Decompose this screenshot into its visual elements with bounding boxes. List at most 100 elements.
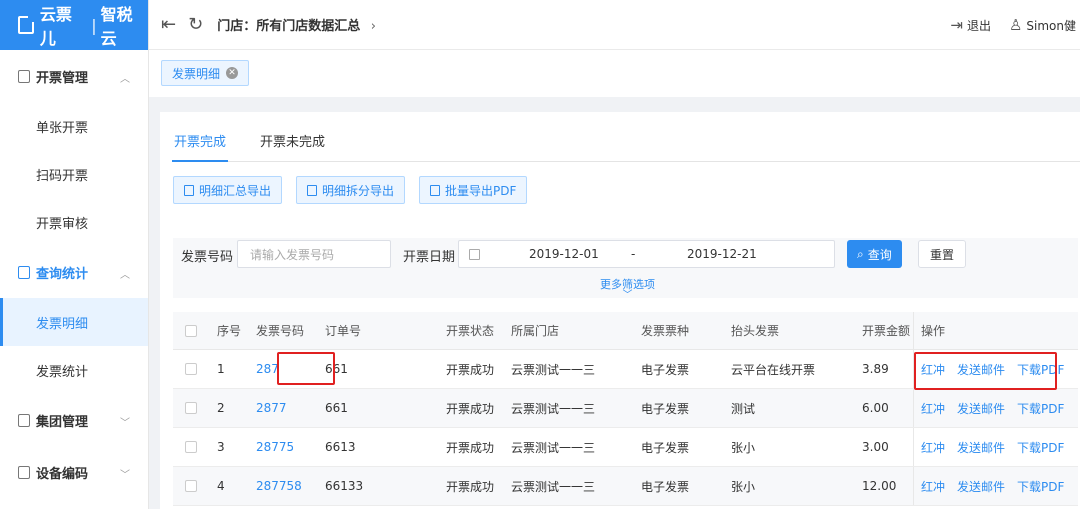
logout-link[interactable]: 退出 bbox=[967, 17, 991, 34]
search-button[interactable]: ⌕ 查询 bbox=[847, 240, 902, 268]
user-name[interactable]: Simon健 bbox=[1026, 17, 1076, 34]
row-checkbox[interactable] bbox=[185, 441, 197, 453]
invoice-title: 张小 bbox=[731, 479, 756, 494]
nav-group-group-management[interactable]: 集团管理 ﹀ bbox=[0, 394, 148, 446]
invoice-amount: 3.89 bbox=[862, 362, 889, 376]
tag-bar: 发票明细 ✕ bbox=[149, 50, 1080, 97]
invoice-type: 电子发票 bbox=[641, 440, 690, 455]
invoice-no-link[interactable]: 287 bbox=[256, 350, 279, 388]
table-row: 4 287758 66133 开票成功 云票测试一一三 电子发票 张小 12.0… bbox=[173, 467, 1078, 506]
download-pdf-link[interactable]: 下载PDF bbox=[1017, 400, 1064, 417]
send-email-link[interactable]: 发送邮件 bbox=[957, 400, 1005, 417]
send-email-link[interactable]: 发送邮件 bbox=[957, 478, 1005, 495]
breadcrumb-label: 门店：所有门店数据汇总 bbox=[217, 19, 361, 34]
page-tag[interactable]: 发票明细 ✕ bbox=[161, 60, 250, 86]
nav-group-query-stats[interactable]: 查询统计 ︿ bbox=[0, 246, 148, 298]
invoice-status: 开票成功 bbox=[446, 440, 495, 455]
order-no: 66133 bbox=[325, 479, 364, 493]
button-label: 明细汇总导出 bbox=[199, 183, 272, 198]
invoice-no-link[interactable]: 287758 bbox=[256, 467, 302, 505]
building-icon bbox=[18, 413, 30, 427]
search-icon: ⌕ bbox=[857, 246, 864, 261]
red-reverse-link[interactable]: 红冲 bbox=[921, 439, 945, 456]
button-label: 批量导出PDF bbox=[445, 183, 517, 198]
column-header: 序号 bbox=[217, 324, 242, 338]
highlight-status-box bbox=[277, 352, 335, 385]
store-name: 云票测试一一三 bbox=[511, 362, 596, 377]
brand-separator: | bbox=[91, 15, 97, 35]
nav-item-single-invoice[interactable]: 单张开票 bbox=[0, 102, 148, 150]
document-icon bbox=[18, 69, 30, 83]
invoice-no-link[interactable]: 28775 bbox=[256, 428, 294, 466]
nav-group-invoicing[interactable]: 开票管理 ︿ bbox=[0, 50, 148, 102]
export-split-button[interactable]: 明细拆分导出 bbox=[296, 176, 406, 204]
date-start: 2019-12-01 bbox=[529, 247, 599, 261]
row-checkbox[interactable] bbox=[185, 363, 197, 375]
export-summary-button[interactable]: 明细汇总导出 bbox=[173, 176, 283, 204]
column-header: 发票票种 bbox=[641, 324, 690, 338]
chevron-up-icon: ︿ bbox=[120, 270, 130, 281]
table-row: 3 28775 6613 开票成功 云票测试一一三 电子发票 张小 3.00 红… bbox=[173, 428, 1078, 467]
reset-button[interactable]: 重置 bbox=[918, 240, 967, 268]
red-reverse-link[interactable]: 红冲 bbox=[921, 478, 945, 495]
download-pdf-link[interactable]: 下载PDF bbox=[1017, 478, 1064, 495]
download-pdf-link[interactable]: 下载PDF bbox=[1017, 439, 1064, 456]
invoice-no-link[interactable]: 2877 bbox=[256, 389, 287, 427]
red-reverse-link[interactable]: 红冲 bbox=[921, 400, 945, 417]
nav-item-invoice-detail[interactable]: 发票明细 bbox=[0, 298, 148, 346]
row-seq: 4 bbox=[217, 479, 225, 493]
nav-item-invoice-stats[interactable]: 发票统计 bbox=[0, 346, 148, 394]
nav-group-device-code[interactable]: 设备编码 ﹀ bbox=[0, 446, 148, 498]
chevron-up-icon: ︿ bbox=[120, 74, 130, 85]
button-label: 明细拆分导出 bbox=[322, 183, 395, 198]
invoice-amount: 3.00 bbox=[862, 440, 889, 454]
tab-incomplete[interactable]: 开票未完成 bbox=[258, 132, 327, 162]
refresh-icon[interactable]: ↻ bbox=[188, 14, 203, 35]
chevron-down-icon: ﹀ bbox=[622, 290, 633, 301]
invoice-no-label: 发票号码 bbox=[181, 250, 234, 265]
export-icon bbox=[430, 184, 441, 196]
invoice-status: 开票成功 bbox=[446, 362, 495, 377]
column-header: 抬头发票 bbox=[731, 324, 780, 338]
page-tag-label: 发票明细 bbox=[172, 66, 221, 81]
select-all-checkbox[interactable] bbox=[185, 324, 197, 337]
row-seq: 1 bbox=[217, 362, 225, 376]
user-icon: ♙ bbox=[1008, 16, 1023, 34]
date-end: 2019-12-21 bbox=[687, 247, 757, 261]
nav-item-scan-invoice[interactable]: 扫码开票 bbox=[0, 150, 148, 198]
date-label: 开票日期 bbox=[403, 250, 456, 265]
date-separator: - bbox=[631, 247, 636, 261]
collapse-menu-icon[interactable]: ⇤ bbox=[161, 14, 176, 35]
monitor-icon bbox=[18, 265, 30, 279]
chevron-down-icon: ﹀ bbox=[120, 418, 130, 429]
tab-completed[interactable]: 开票完成 bbox=[172, 132, 229, 162]
invoice-title: 张小 bbox=[731, 440, 756, 455]
logo-icon bbox=[18, 16, 34, 34]
logout-icon[interactable]: ⇥ bbox=[950, 16, 963, 34]
invoice-no-input[interactable]: 请输入发票号码 bbox=[237, 240, 391, 268]
date-range-picker[interactable]: 2019-12-01 - 2019-12-21 bbox=[458, 240, 835, 268]
invoice-title: 测试 bbox=[731, 401, 756, 416]
send-email-link[interactable]: 发送邮件 bbox=[957, 439, 1005, 456]
table-row: 2 2877 661 开票成功 云票测试一一三 电子发票 测试 6.00 红冲 … bbox=[173, 389, 1078, 428]
column-header: 操作 bbox=[921, 324, 946, 338]
breadcrumb[interactable]: 门店：所有门店数据汇总 › bbox=[217, 15, 376, 34]
more-filters-toggle[interactable]: 更多筛选项 ﹀ bbox=[600, 276, 655, 301]
export-actions: 明细汇总导出 明细拆分导出 批量导出PDF bbox=[173, 176, 541, 204]
invoice-amount: 12.00 bbox=[862, 479, 897, 493]
brand-logo[interactable]: 云票儿 | 智税云 bbox=[0, 0, 148, 50]
row-checkbox[interactable] bbox=[185, 402, 197, 414]
close-icon[interactable]: ✕ bbox=[226, 67, 239, 79]
column-header: 开票状态 bbox=[446, 324, 495, 338]
device-icon bbox=[18, 465, 30, 479]
export-icon bbox=[307, 184, 318, 196]
store-name: 云票测试一一三 bbox=[511, 401, 596, 416]
batch-export-pdf-button[interactable]: 批量导出PDF bbox=[419, 176, 528, 204]
row-checkbox[interactable] bbox=[185, 480, 197, 492]
invoice-title: 云平台在线开票 bbox=[731, 362, 816, 377]
invoice-type: 电子发票 bbox=[641, 362, 690, 377]
invoice-table: 序号 发票号码 订单号 开票状态 所属门店 发票票种 抬头发票 开票金额 操作 … bbox=[173, 312, 1078, 506]
row-seq: 2 bbox=[217, 401, 225, 415]
nav-item-invoice-review[interactable]: 开票审核 bbox=[0, 198, 148, 246]
row-actions: 红冲 发送邮件 下载PDF bbox=[921, 428, 1076, 466]
